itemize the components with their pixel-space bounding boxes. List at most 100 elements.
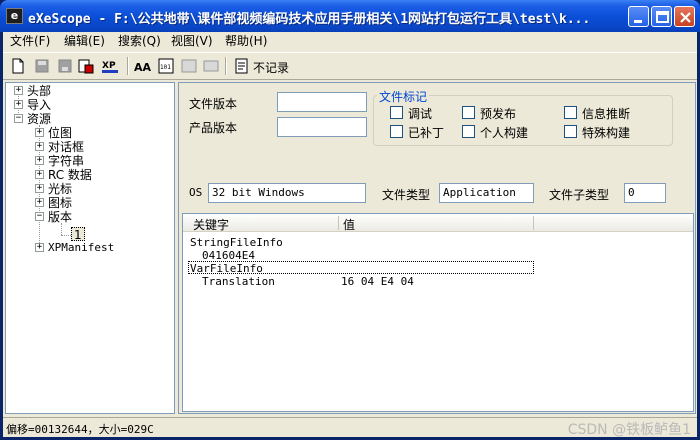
file-type-field[interactable]: Application	[439, 183, 534, 203]
menu-bar: 文件(F) 编辑(E) 搜索(Q) 视图(V) 帮助(H)	[3, 32, 697, 50]
list-header: 关键字 值	[183, 214, 693, 232]
tree-line	[61, 223, 62, 235]
maximize-button[interactable]	[651, 6, 672, 27]
row-key: VarFileInfo	[190, 262, 263, 275]
column-header-key[interactable]: 关键字	[193, 216, 229, 233]
flag-debug-checkbox[interactable]	[390, 106, 403, 119]
flag-private-build-checkbox[interactable]	[462, 125, 475, 138]
flag-private-build-label: 个人构建	[480, 126, 529, 140]
flag-prerelease-checkbox[interactable]	[462, 106, 475, 119]
save-icon[interactable]	[34, 58, 50, 74]
file-version-field[interactable]	[277, 92, 367, 112]
svg-text:XP: XP	[102, 61, 116, 71]
image-icon[interactable]	[181, 58, 197, 74]
menu-view[interactable]: 视图(V)	[171, 33, 213, 49]
svg-text:AA: AA	[134, 61, 152, 74]
collapse-icon[interactable]: −	[14, 114, 23, 123]
file-flags-group: 文件标记 调试 预发布 信息推断 已补丁 个人构建 特殊构建	[373, 88, 673, 146]
flag-patched-checkbox[interactable]	[390, 125, 403, 138]
close-button[interactable]	[674, 6, 695, 27]
tree-item-label: RC 数据	[48, 168, 92, 182]
tree-item-label: 图标	[48, 196, 73, 210]
tree-item-label: 对话框	[48, 140, 85, 154]
export-icon[interactable]	[78, 58, 94, 74]
expand-icon[interactable]: +	[35, 156, 44, 165]
minimize-button[interactable]	[628, 6, 649, 27]
expand-icon[interactable]: +	[14, 100, 23, 109]
minimize-icon	[634, 20, 642, 23]
resource-tree[interactable]: + 头部 + 导入 − 资源 + 位图 + 对话框 + 字符串 + RC 数据 …	[5, 82, 175, 414]
flag-special-build-label: 特殊构建	[582, 126, 631, 140]
row-key: Translation	[202, 275, 275, 288]
tree-item-label: 导入	[27, 98, 52, 112]
window-title: eXeScope - F:\公共地带\课件部视频编码技术应用手册相关\1网站打包…	[28, 12, 591, 27]
tree-item-label: 1	[74, 228, 82, 242]
collapse-icon[interactable]: −	[35, 212, 44, 221]
menu-edit[interactable]: 编辑(E)	[64, 33, 105, 49]
flag-patched-label: 已补丁	[408, 126, 445, 140]
column-divider[interactable]	[338, 216, 339, 230]
title-bar[interactable]: e eXeScope - F:\公共地带\课件部视频编码技术应用手册相关\1网站…	[0, 0, 700, 32]
flag-special-build-checkbox[interactable]	[564, 125, 577, 138]
status-text: 偏移=00132644，大小=029C	[6, 423, 154, 436]
menu-file[interactable]: 文件(F)	[10, 33, 50, 49]
expand-icon[interactable]: +	[35, 170, 44, 179]
font-icon[interactable]: AA	[134, 58, 152, 74]
tree-item-label: 版本	[48, 210, 73, 224]
expand-icon[interactable]: +	[35, 128, 44, 137]
app-icon: e	[6, 8, 23, 24]
binary-icon[interactable]: 101	[158, 58, 174, 74]
watermark: CSDN @铁板鲈鱼1	[567, 422, 691, 438]
app-window: e eXeScope - F:\公共地带\课件部视频编码技术应用手册相关\1网站…	[0, 0, 700, 440]
column-header-value[interactable]: 值	[343, 216, 355, 233]
flag-info-inferred-checkbox[interactable]	[564, 106, 577, 119]
row-key: StringFileInfo	[190, 236, 283, 249]
expand-icon[interactable]: +	[14, 86, 23, 95]
record-icon[interactable]	[234, 58, 250, 74]
os-field[interactable]: 32 bit Windows	[208, 183, 366, 203]
os-label: OS	[189, 186, 203, 199]
column-divider[interactable]	[533, 216, 534, 230]
file-subtype-label: 文件子类型	[549, 188, 610, 202]
dialog-icon[interactable]	[203, 58, 219, 74]
row-value: 16 04 E4 04	[341, 275, 414, 288]
tree-item-label: XPManifest	[48, 241, 115, 254]
tree-item-label: 光标	[48, 182, 73, 196]
expand-icon[interactable]: +	[35, 198, 44, 207]
tree-line	[61, 235, 71, 236]
file-type-label: 文件类型	[382, 188, 431, 202]
flag-info-inferred-label: 信息推断	[582, 107, 631, 121]
no-record-label[interactable]: 不记录	[253, 59, 289, 76]
flag-debug-label: 调试	[408, 107, 433, 121]
version-panel: 文件版本 产品版本 文件标记 调试 预发布 信息推断 已补丁 个人构建 特殊构建…	[178, 82, 696, 414]
toolbar: XP AA 101 不记录	[3, 52, 697, 80]
menu-search[interactable]: 搜索(Q)	[118, 33, 161, 49]
close-icon	[680, 12, 691, 23]
tree-item-label: 资源	[27, 112, 52, 126]
toolbar-separator	[127, 57, 129, 75]
menu-help[interactable]: 帮助(H)	[225, 33, 267, 49]
table-row[interactable]: StringFileInfo	[190, 236, 283, 249]
toolbar-separator	[225, 57, 227, 75]
file-version-label: 文件版本	[189, 97, 238, 111]
product-version-field[interactable]	[277, 117, 367, 137]
expand-icon[interactable]: +	[35, 243, 44, 252]
file-subtype-field[interactable]: 0	[624, 183, 666, 203]
status-bar: 偏移=00132644，大小=029C CSDN @铁板鲈鱼1	[3, 417, 697, 438]
expand-icon[interactable]: +	[35, 184, 44, 193]
new-icon[interactable]	[10, 58, 26, 74]
tree-item-version-1[interactable]: 1	[71, 227, 85, 242]
tree-item-label: 位图	[48, 126, 73, 140]
client-area: 文件(F) 编辑(E) 搜索(Q) 视图(V) 帮助(H) XP AA 101 …	[3, 32, 697, 438]
table-row-selected[interactable]: VarFileInfo	[188, 261, 534, 275]
xp-icon[interactable]: XP	[102, 58, 120, 74]
maximize-icon	[656, 11, 669, 23]
flag-prerelease-label: 预发布	[480, 107, 517, 121]
save-as-icon[interactable]	[57, 58, 73, 74]
tree-item-label: 头部	[27, 84, 52, 98]
product-version-label: 产品版本	[189, 121, 238, 135]
table-row[interactable]: Translation	[202, 275, 275, 288]
version-info-list[interactable]: 关键字 值 StringFileInfo 041604E4 VarFileInf…	[182, 213, 694, 412]
expand-icon[interactable]: +	[35, 142, 44, 151]
tree-item-label: 字符串	[48, 154, 85, 168]
